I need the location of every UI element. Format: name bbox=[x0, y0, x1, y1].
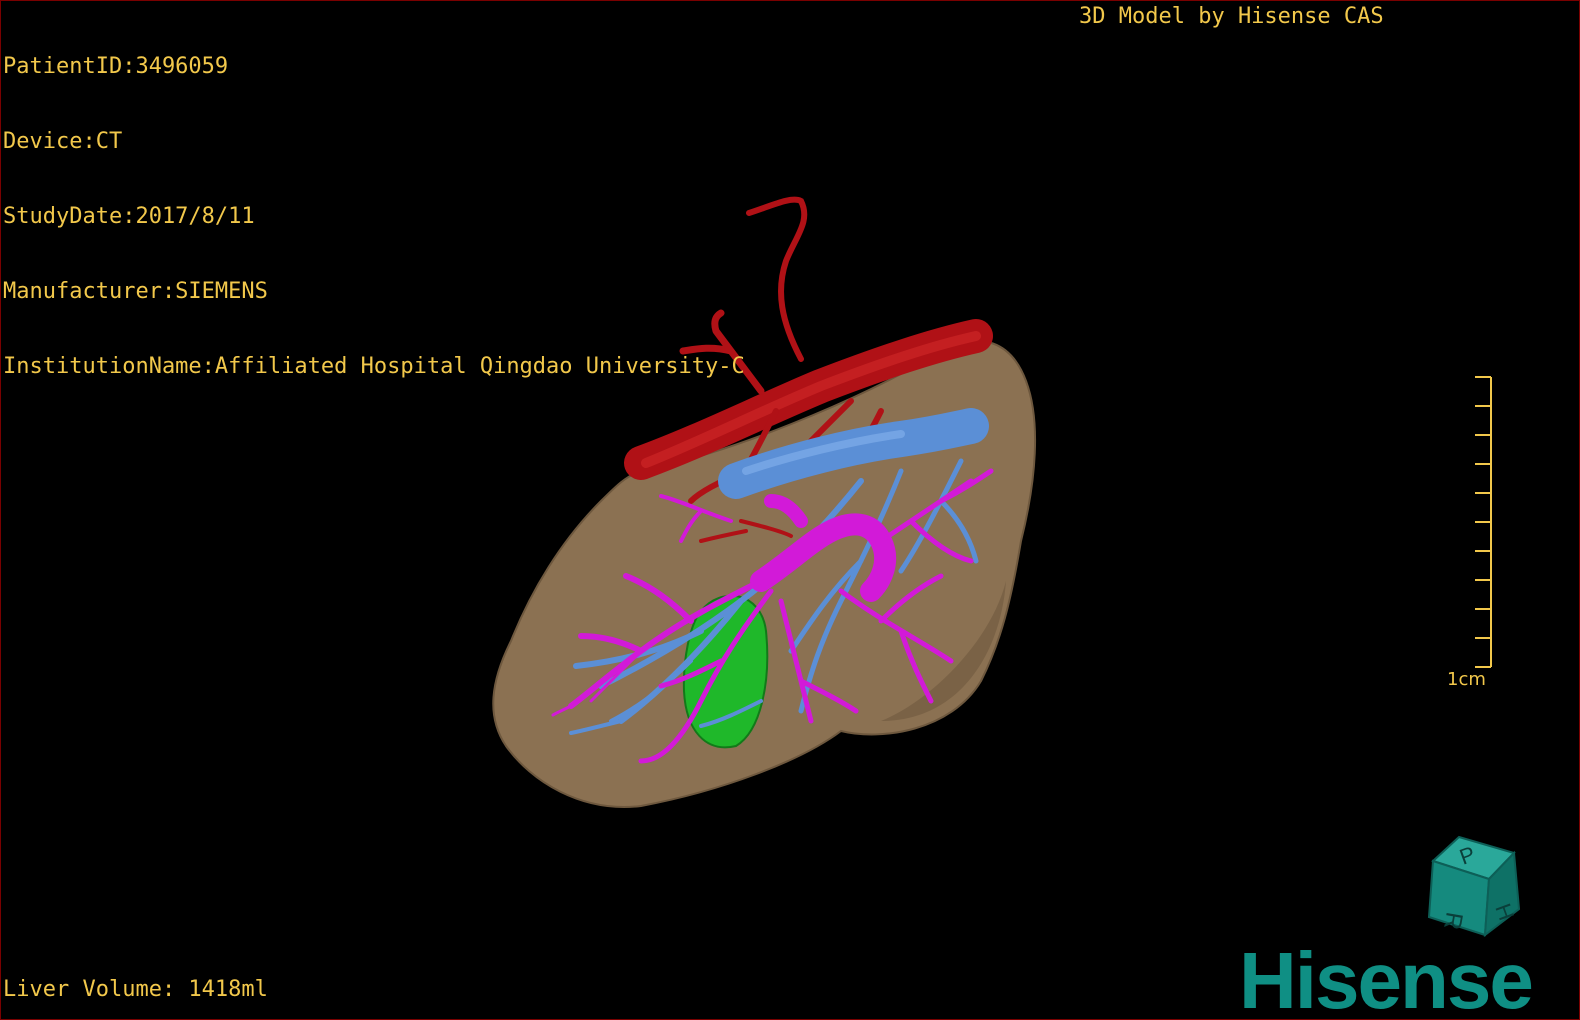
scale-bar-label: 1cm bbox=[1447, 669, 1486, 690]
device-text: Device:CT bbox=[3, 129, 123, 154]
scale-bar bbox=[1475, 376, 1492, 668]
model-credit-text: 3D Model by Hisense CAS bbox=[1079, 4, 1384, 29]
institution-text: InstitutionName:Affiliated Hospital Qing… bbox=[3, 354, 745, 379]
liver-volume-text: Liver Volume: 1418ml bbox=[3, 977, 268, 1002]
dicom-info-overlay: PatientID:3496059 Device:CT StudyDate:20… bbox=[3, 4, 745, 429]
hisense-logo: Hisense bbox=[1239, 936, 1534, 1020]
study-date-text: StudyDate:2017/8/11 bbox=[3, 204, 255, 229]
orientation-cube-icon[interactable]: P H R bbox=[1419, 831, 1529, 941]
patient-id-text: PatientID:3496059 bbox=[3, 54, 229, 79]
orientation-face-r: R bbox=[1438, 910, 1468, 932]
3d-viewport[interactable]: PatientID:3496059 Device:CT StudyDate:20… bbox=[0, 0, 1580, 1020]
manufacturer-text: Manufacturer:SIEMENS bbox=[3, 279, 268, 304]
